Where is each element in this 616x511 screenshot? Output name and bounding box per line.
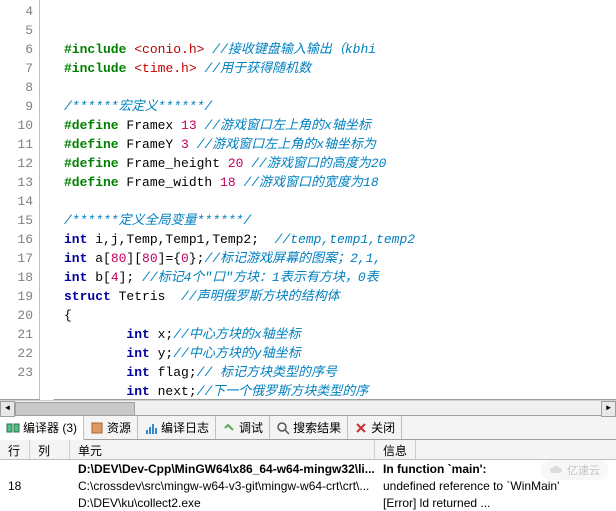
code-line[interactable]: int b[4]; //标记4个"口"方块：1表示有方块，0表 xyxy=(64,268,616,287)
code-line[interactable]: /******宏定义******/ xyxy=(64,97,616,116)
tab-resources-label: 资源 xyxy=(107,419,131,436)
error-row[interactable]: D:\DEV\Dev-Cpp\MinGW64\x86_64-w64-mingw3… xyxy=(0,460,616,477)
line-number: 6 xyxy=(0,40,33,59)
line-number: 13 xyxy=(0,173,33,192)
horizontal-scrollbar[interactable]: ◄ ► xyxy=(0,400,616,416)
error-cell-msg: [Error] ld returned ... xyxy=(375,496,498,510)
line-number: 23 xyxy=(0,363,33,382)
line-number: 14 xyxy=(0,192,33,211)
tab-resources[interactable]: 资源 xyxy=(84,416,138,439)
line-number: 10 xyxy=(0,116,33,135)
error-cell-msg: In function `main': xyxy=(375,462,495,476)
error-cell-line: 18 xyxy=(0,479,30,493)
scroll-left-button[interactable]: ◄ xyxy=(0,401,15,417)
code-line[interactable]: { xyxy=(64,306,616,325)
code-line[interactable]: int flag;// 标记方块类型的序号 xyxy=(64,363,616,382)
line-number-gutter: 4567891011121314151617181920212223 xyxy=(0,0,40,399)
error-cell-unit: D:\DEV\Dev-Cpp\MinGW64\x86_64-w64-mingw3… xyxy=(70,462,375,476)
col-line-header: 行 xyxy=(0,440,30,459)
code-line[interactable]: #define Frame_height 20 //游戏窗口的高度为20 xyxy=(64,154,616,173)
tab-debug[interactable]: 调试 xyxy=(216,416,270,439)
code-line[interactable]: /******定义全局变量******/ xyxy=(64,211,616,230)
line-number: 5 xyxy=(0,21,33,40)
debug-icon xyxy=(222,421,236,435)
tab-compile-log[interactable]: 编译日志 xyxy=(138,416,216,439)
resources-icon xyxy=(90,421,104,435)
watermark: 亿速云 xyxy=(541,460,608,480)
scroll-right-button[interactable]: ► xyxy=(601,401,616,417)
col-message-header: 信息 xyxy=(375,440,416,459)
code-line[interactable]: int x;//中心方块的x轴坐标 xyxy=(64,325,616,344)
tab-compiler-label: 编译器 (3) xyxy=(23,419,77,436)
cloud-icon xyxy=(549,465,563,475)
tab-compile-log-label: 编译日志 xyxy=(161,419,209,436)
col-col-header: 列 xyxy=(30,440,70,459)
line-number: 22 xyxy=(0,344,33,363)
code-line[interactable]: int a[80][80]={0};//标记游戏屏幕的图案；2,1, xyxy=(64,249,616,268)
code-line[interactable] xyxy=(64,78,616,97)
close-icon xyxy=(354,421,368,435)
line-number: 17 xyxy=(0,249,33,268)
code-line[interactable]: #define FrameY 3 //游戏窗口左上角的x轴坐标为 xyxy=(64,135,616,154)
tab-compiler[interactable]: 编译器 (3) xyxy=(0,416,84,440)
search-icon xyxy=(276,421,290,435)
bottom-panel-tabs: 编译器 (3) 资源 编译日志 调试 搜索结果 关闭 xyxy=(0,416,616,440)
error-cell-msg: undefined reference to `WinMain' xyxy=(375,479,567,493)
code-editor[interactable]: 4567891011121314151617181920212223 − #in… xyxy=(0,0,616,400)
line-number: 19 xyxy=(0,287,33,306)
line-number: 4 xyxy=(0,2,33,21)
line-number: 12 xyxy=(0,154,33,173)
code-line[interactable]: struct Tetris //声明俄罗斯方块的结构体 xyxy=(64,287,616,306)
tab-search-results[interactable]: 搜索结果 xyxy=(270,416,348,439)
code-line[interactable]: #define Frame_width 18 //游戏窗口的宽度为18 xyxy=(64,173,616,192)
code-line[interactable]: #include <conio.h> //接收键盘输入输出（kbhi xyxy=(64,40,616,59)
line-number: 9 xyxy=(0,97,33,116)
line-number: 7 xyxy=(0,59,33,78)
line-number: 15 xyxy=(0,211,33,230)
compiler-icon xyxy=(6,421,20,435)
error-cell-unit: D:\DEV\ku\collect2.exe xyxy=(70,496,375,510)
compile-log-icon xyxy=(144,421,158,435)
code-line[interactable] xyxy=(64,192,616,211)
line-number: 8 xyxy=(0,78,33,97)
code-line[interactable]: #include <time.h> //用于获得随机数 xyxy=(64,59,616,78)
line-number: 11 xyxy=(0,135,33,154)
error-row[interactable]: 18 C:\crossdev\src\mingw-w64-v3-git\mingw… xyxy=(0,477,616,494)
col-unit-header: 单元 xyxy=(70,440,375,459)
scroll-thumb[interactable] xyxy=(15,402,135,416)
error-cell-unit: C:\crossdev\src\mingw-w64-v3-git\mingw-w… xyxy=(70,479,375,493)
tab-search-results-label: 搜索结果 xyxy=(293,419,341,436)
line-number: 21 xyxy=(0,325,33,344)
error-panel-body: D:\DEV\Dev-Cpp\MinGW64\x86_64-w64-mingw3… xyxy=(0,460,616,511)
code-line[interactable]: int i,j,Temp,Temp1,Temp2; //temp,temp1,t… xyxy=(64,230,616,249)
code-area[interactable]: #include <conio.h> //接收键盘输入输出（kbhi#inclu… xyxy=(40,0,616,399)
line-number: 16 xyxy=(0,230,33,249)
error-row[interactable]: D:\DEV\ku\collect2.exe[Error] ld returne… xyxy=(0,494,616,511)
code-line[interactable]: int next;//下一个俄罗斯方块类型的序 xyxy=(64,382,616,399)
line-number: 20 xyxy=(0,306,33,325)
tab-close[interactable]: 关闭 xyxy=(348,416,402,439)
code-line[interactable]: int y;//中心方块的y轴坐标 xyxy=(64,344,616,363)
code-line[interactable]: #define Framex 13 //游戏窗口左上角的x轴坐标 xyxy=(64,116,616,135)
tab-close-label: 关闭 xyxy=(371,419,395,436)
error-panel-header: 行 列 单元 信息 xyxy=(0,440,616,460)
line-number: 18 xyxy=(0,268,33,287)
tab-debug-label: 调试 xyxy=(239,419,263,436)
